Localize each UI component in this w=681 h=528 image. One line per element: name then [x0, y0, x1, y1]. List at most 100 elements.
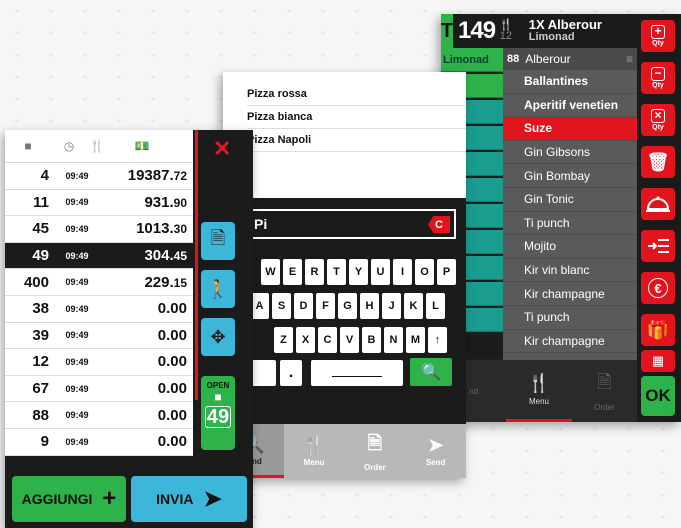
product-row[interactable]: Mojito — [503, 235, 637, 259]
table-row[interactable]: 49 09:49 304.45 — [5, 242, 193, 270]
suggestion-item[interactable]: Pizza rossa — [247, 83, 466, 106]
product-row[interactable]: Ti punch — [503, 306, 637, 330]
space-key[interactable] — [311, 360, 403, 386]
send-button[interactable]: INVIA ➤ — [131, 476, 247, 522]
key[interactable]: D — [294, 293, 313, 319]
product-row[interactable]: Suze — [503, 117, 637, 141]
table-row[interactable]: 88 09:49 0.00 — [5, 402, 193, 429]
key[interactable]: B — [362, 327, 381, 353]
key[interactable]: Z — [274, 327, 293, 353]
increase-qty-button[interactable]: + Qty — [641, 20, 675, 52]
add-button[interactable]: AGGIUNGI + — [12, 476, 126, 522]
table-row[interactable]: 11 09:49 931.90 — [5, 190, 193, 217]
table-row[interactable]: 45 09:49 1013.30 — [5, 216, 193, 243]
table-amount: 0.00 — [103, 300, 187, 317]
key[interactable]: F — [316, 293, 335, 319]
amount-main: 229. — [144, 273, 174, 291]
key[interactable]: ↑ — [428, 327, 447, 353]
key[interactable]: N — [384, 327, 403, 353]
product-row[interactable]: Aperitif venetien — [503, 94, 637, 118]
waiter-button[interactable]: 🚶 — [201, 270, 235, 308]
table-time: 09:49 — [65, 383, 89, 394]
tables-list: ■ ◷ 🍴 💵 4 09:49 19387.72 11 09:49 931.90 45 09:… — [5, 130, 193, 456]
gift-button[interactable]: 🎁 — [641, 314, 675, 346]
key-dot[interactable]: . — [280, 360, 302, 386]
move-table-button[interactable]: ✥ — [201, 318, 235, 356]
key[interactable]: I — [393, 259, 412, 285]
seat-button[interactable]: ▦ — [641, 350, 675, 372]
table-number: 9 — [40, 433, 49, 451]
table-row[interactable]: 67 09:49 0.00 — [5, 376, 193, 403]
suggestion-item[interactable]: Pizza Napoli — [247, 129, 466, 152]
key-dot-dot[interactable] — [250, 360, 276, 386]
key[interactable]: C — [318, 327, 337, 353]
key[interactable]: V — [340, 327, 359, 353]
key[interactable]: R — [305, 259, 324, 285]
cutlery-icon: 🍴 — [302, 435, 326, 455]
drag-handle-icon[interactable]: ≡ — [626, 52, 633, 66]
table-amount: 0.00 — [103, 433, 187, 450]
key[interactable]: G — [338, 293, 357, 319]
table-row[interactable]: 4 09:49 19387.72 — [5, 163, 193, 190]
ok-button[interactable]: OK — [641, 376, 675, 416]
table-amount: 229.15 — [103, 274, 187, 291]
table-row[interactable]: 12 09:49 0.00 — [5, 349, 193, 376]
product-row[interactable]: Gin Bombay — [503, 164, 637, 188]
product-row[interactable]: Ballantines — [503, 70, 637, 94]
key[interactable]: P — [437, 259, 456, 285]
search-input[interactable]: Pi C — [248, 209, 456, 239]
qty-label: Qty — [652, 40, 664, 47]
category-tab[interactable]: Limonad — [441, 48, 503, 72]
decrease-qty-button[interactable]: − Qty — [641, 62, 675, 94]
product-row[interactable]: Gin Gibsons — [503, 141, 637, 165]
serve-button[interactable] — [641, 188, 675, 220]
search-button[interactable]: 🔍 — [410, 358, 452, 386]
trash-icon: 🗑 — [646, 151, 670, 172]
product-row[interactable]: Ti punch — [503, 212, 637, 236]
key[interactable]: S — [272, 293, 291, 319]
tab-order-label: Order — [363, 462, 386, 472]
key[interactable]: J — [382, 293, 401, 319]
key[interactable]: W — [261, 259, 280, 285]
clear-button[interactable]: C — [428, 216, 450, 233]
product-row[interactable]: Kir champagne — [503, 282, 637, 306]
key[interactable]: L — [426, 293, 445, 319]
open-label: OPEN — [206, 381, 230, 390]
table-row[interactable]: 400 09:49 229.15 — [5, 269, 193, 296]
table-row[interactable]: 39 09:49 0.00 — [5, 323, 193, 350]
tab-order[interactable]: 🗎 Order — [344, 424, 406, 478]
tab-order[interactable]: 🗎 Order — [572, 360, 637, 422]
key[interactable]: H — [360, 293, 379, 319]
multiply-qty-button[interactable]: × Qty — [641, 104, 675, 136]
key[interactable]: X — [296, 327, 315, 353]
key[interactable]: U — [371, 259, 390, 285]
tab-send[interactable]: ➤ Send — [405, 424, 466, 478]
tab-find-label: nd — [469, 386, 479, 396]
table-row[interactable]: 9 09:49 0.00 — [5, 429, 193, 456]
tab-menu[interactable]: 🍴 Menu — [506, 360, 572, 422]
sequence-button[interactable] — [641, 230, 675, 262]
product-row[interactable]: Kir champagne — [503, 330, 637, 354]
table-row[interactable]: 38 09:49 0.00 — [5, 296, 193, 323]
table-time: 09:49 — [65, 303, 89, 314]
table-number: 39 — [32, 326, 49, 344]
open-table-number: 49 — [204, 406, 232, 428]
suggestion-item[interactable]: Pizza bianca — [247, 106, 466, 129]
key[interactable]: O — [415, 259, 434, 285]
key[interactable]: T — [327, 259, 346, 285]
table-amount: 1013.30 — [103, 220, 187, 237]
key[interactable]: K — [404, 293, 423, 319]
tab-menu[interactable]: 🍴 Menu — [283, 424, 345, 478]
open-table-button[interactable]: OPEN ■ 49 — [201, 376, 235, 450]
close-icon[interactable]: ✕ — [213, 136, 231, 162]
key[interactable]: M — [406, 327, 425, 353]
price-button[interactable]: € — [641, 272, 675, 304]
product-row[interactable]: Kir vin blanc — [503, 259, 637, 283]
search-value: Pi — [254, 216, 268, 232]
product-list-header[interactable]: 88 Alberour ≡ — [503, 48, 637, 70]
product-row[interactable]: Gin Tonic — [503, 188, 637, 212]
key[interactable]: E — [283, 259, 302, 285]
bill-button[interactable]: 🗎 — [201, 222, 235, 260]
delete-button[interactable]: 🗑 — [641, 146, 675, 178]
key[interactable]: Y — [349, 259, 368, 285]
